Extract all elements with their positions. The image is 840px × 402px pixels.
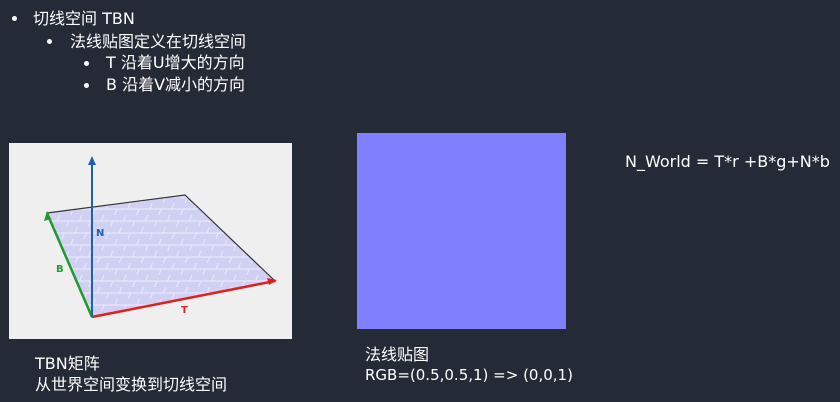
- tbn-diagram: N B T: [9, 143, 292, 339]
- bullet-tbn: 切线空间 TBN: [33, 9, 135, 28]
- normal-map-caption-title: 法线贴图: [365, 345, 430, 364]
- surface-plane: [46, 194, 277, 318]
- normal-map-swatch: [357, 133, 566, 329]
- bullet-normal-map-space: 法线贴图定义在切线空间: [70, 32, 247, 51]
- bullet-dot: [84, 83, 89, 88]
- world-normal-formula: N_World = T*r +B*g+N*b: [625, 152, 830, 171]
- label-n: N: [96, 228, 104, 239]
- tbn-caption-title: TBN矩阵: [35, 354, 100, 373]
- tbn-axes-svg: N B T: [44, 156, 277, 319]
- bullet-dot: [47, 39, 52, 44]
- bullet-dot: [12, 16, 17, 21]
- n-axis-arrowhead: [88, 156, 96, 165]
- label-t: T: [181, 305, 188, 316]
- bullet-b-direction: B 沿着V减小的方向: [106, 75, 246, 94]
- bullet-dot: [84, 61, 89, 66]
- tbn-caption-desc: 从世界空间变换到切线空间: [35, 375, 228, 394]
- normal-map-caption-desc: RGB=(0.5,0.5,1) => (0,0,1): [365, 366, 573, 384]
- bullet-t-direction: T 沿着U增大的方向: [106, 53, 245, 72]
- label-b: B: [56, 264, 64, 275]
